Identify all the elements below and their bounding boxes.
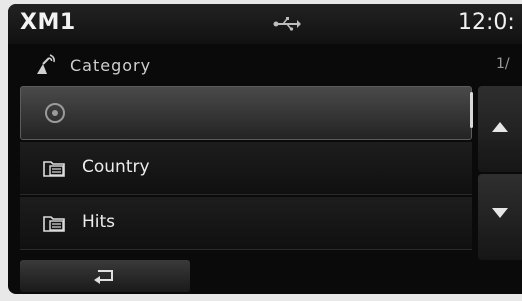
list-item-country[interactable]: Country xyxy=(20,142,472,195)
list-item-scan[interactable] xyxy=(20,86,472,140)
status-bar: XM1 12:0: xyxy=(8,4,522,44)
folder-list-icon xyxy=(42,157,68,183)
triangle-up-icon xyxy=(492,122,508,132)
list-item-label: Hits xyxy=(82,212,116,232)
satellite-antenna-icon xyxy=(33,54,59,80)
back-button[interactable] xyxy=(20,260,190,292)
usb-icon xyxy=(273,16,301,35)
folder-list-icon xyxy=(42,212,68,238)
return-arrow-icon xyxy=(92,267,118,289)
triangle-down-icon xyxy=(492,208,508,218)
category-title: Category xyxy=(70,56,152,75)
list-item-label: Country xyxy=(82,157,150,177)
list-item-hits[interactable]: Hits xyxy=(20,197,472,250)
clock: 12:0: xyxy=(458,10,515,35)
source-mode-label: XM1 xyxy=(20,10,76,35)
category-list: Country Hits xyxy=(20,86,472,252)
head-unit-screen: XM1 12:0: Category 1/ Country Hits xyxy=(8,4,522,294)
list-scrollbar[interactable] xyxy=(470,92,473,128)
title-bar: Category 1/ xyxy=(8,48,522,80)
scan-icon xyxy=(43,102,67,128)
scroll-up-button[interactable] xyxy=(478,86,522,172)
scroll-down-button[interactable] xyxy=(478,174,522,260)
page-indicator: 1/ xyxy=(496,56,510,72)
